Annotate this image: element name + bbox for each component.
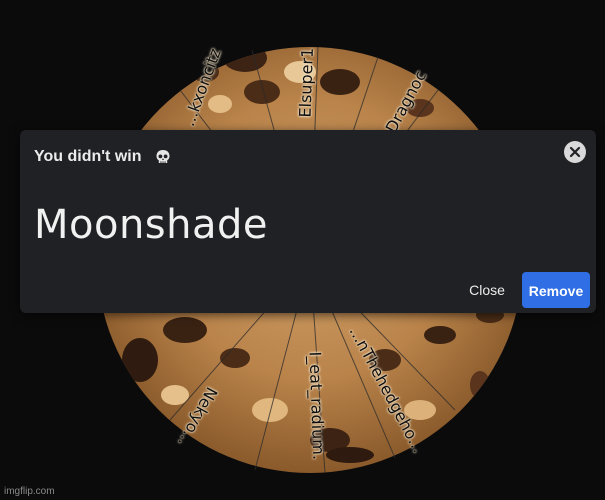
- wheel-label: I_eat_radium.: [305, 351, 329, 461]
- result-dialog: You didn't win Moonshade Close Remove: [20, 130, 596, 313]
- winner-name: Moonshade: [34, 202, 269, 248]
- watermark: imgflip.com: [4, 486, 55, 497]
- close-icon[interactable]: [564, 141, 586, 163]
- remove-button[interactable]: Remove: [522, 272, 590, 308]
- dialog-title: You didn't win: [34, 148, 142, 165]
- skull-icon: [156, 150, 170, 163]
- wheel-label: Elsuper1: [295, 47, 317, 118]
- close-button[interactable]: Close: [460, 272, 514, 306]
